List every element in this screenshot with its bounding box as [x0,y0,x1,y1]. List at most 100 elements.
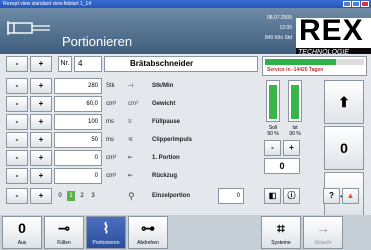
param-label: Gewicht [152,101,176,107]
off-button[interactable]: 0 Aus [2,216,42,249]
single-portion-value[interactable]: 0 [218,188,244,204]
param-minus-button[interactable]: - [6,114,28,130]
counter-display: 0 [264,158,300,174]
recipe-nr-label: Nr. [58,56,72,72]
off-label: Aus [17,240,27,246]
window-title: Rezept view standard view.fidstart 1_14 [3,1,92,7]
param-plus-button[interactable]: + [30,96,52,112]
param-row: - + 0 cm³ ⇤ 1. Portion [6,150,258,168]
param-minus-button[interactable]: - [6,168,28,184]
systems-button[interactable]: ⌗ Systeme [261,216,301,249]
twist-button[interactable]: ⊶ Abdrehen [128,216,168,249]
up-arrow-button[interactable]: ⬆ [324,80,364,124]
app-header: Portionieren 08.07.2005 12:00 840 Kilo S… [0,8,371,58]
twist-icon: ⊶ [141,220,155,236]
single-portion-minus-button[interactable]: - [6,188,28,204]
single-portion-plus-button[interactable]: + [30,188,52,204]
recipe-name: Brätabschneider [104,56,258,72]
param-minus-button[interactable]: - [6,96,28,112]
param-unit: cm³ [106,173,116,179]
soll-gauge-fill [269,84,277,119]
page-title: Portionieren [62,34,133,49]
recipe-minus-button[interactable]: - [6,56,28,72]
step-option[interactable]: 2 [78,191,86,201]
param-unit: Stk [106,83,115,89]
param-plus-button[interactable]: + [30,78,52,94]
single-portion-row: - + 0 1 2 3 ⚲ Einzelportion 0 [6,188,258,206]
gauge-plus-button[interactable]: + [283,140,300,156]
systems-label: Systeme [271,240,291,246]
zero-reset-button[interactable]: 0 [324,126,364,170]
filling-tube-icon [7,21,50,35]
info-icon[interactable]: ⓘ [283,188,300,204]
service-progress-fill [265,59,337,65]
param-minus-button[interactable]: - [6,150,28,166]
help-button[interactable]: ? [323,188,340,204]
warning-icon[interactable]: ▲ [342,188,359,204]
service-indicator: Service in -14420 Tagen [262,56,367,76]
param-value[interactable]: 100 [54,114,102,130]
close-button[interactable] [361,1,369,7]
brand-logo: REX TECHNOLOGIE [296,14,371,58]
systems-icon: ⌗ [277,220,285,236]
step-option[interactable]: 3 [89,191,97,201]
param-value[interactable]: 60,0 [54,96,102,112]
param-row: - + 60,0 cm³ cm³ Gewicht [6,96,258,114]
ist-label: Ist 90 % [285,125,305,137]
pause-icon: ≡ [128,119,132,125]
twist-label: Abdrehen [137,240,159,246]
param-unit: cm³ [106,155,116,161]
fill-button[interactable]: ⊸ Füllen [44,216,84,249]
kilos-text: 840 Kilo Std [265,35,292,41]
window-titlebar: Rezept view standard view.fidstart 1_14 [0,0,371,8]
param-minus-button[interactable]: - [6,132,28,148]
gauge-minus-button[interactable]: - [264,140,281,156]
soll-label: Soll 90 % [263,125,283,137]
single-portion-label: Einzelportion [152,193,190,199]
brand-name: REX [299,14,364,47]
portion-step-selector[interactable]: 0 1 2 3 [56,191,97,201]
bottom-toolbar: 0 Aus ⊸ Füllen ⌇ Portionieren ⊶ Abdrehen… [0,215,371,250]
param-row: - + 100 ms ≡ Füllpause [6,114,258,132]
date-text: 08.07.2005 [266,15,292,21]
first-portion-icon: ⇤ [128,155,134,161]
retract-icon: ⇤ [128,173,134,179]
sequence-label: Ablaufe [314,240,332,246]
sequence-icon: → [316,220,330,236]
param-label: Füllpause [152,119,181,125]
ist-gauge [288,80,302,122]
minimize-button[interactable] [343,1,351,7]
param-row: - + 50 ms ≋ Clipperimpuls [6,132,258,150]
recipe-plus-button[interactable]: + [30,56,52,72]
portion-icon: ⚲ [128,191,135,201]
param-value[interactable]: 0 [54,150,102,166]
soll-gauge [266,80,280,122]
sequence-button[interactable]: → Ablaufe [303,216,343,249]
service-progress-bar [265,59,364,65]
portion-button[interactable]: ⌇ Portionieren [86,216,126,249]
fill-label: Füllen [57,240,71,246]
fill-icon: ⊸ [58,220,70,236]
step-option[interactable]: 0 [56,191,64,201]
maximize-button[interactable] [352,1,360,7]
param-unit: cm³ [106,101,116,107]
time-text: 12:00 [279,25,292,31]
param-value[interactable]: 50 [54,132,102,148]
service-text: Service in -14420 Tagen [267,67,324,73]
param-plus-button[interactable]: + [30,114,52,130]
portion-label: Portionieren [92,240,120,246]
ist-gauge-fill [291,84,299,119]
recipe-number[interactable]: 4 [74,56,102,72]
param-plus-button[interactable]: + [30,150,52,166]
param-label: Stk/Min [152,83,174,89]
screen-icon[interactable]: ◧ [264,188,281,204]
param-plus-button[interactable]: + [30,132,52,148]
param-plus-button[interactable]: + [30,168,52,184]
param-minus-button[interactable]: - [6,78,28,94]
ist-value: 90 % [289,131,301,137]
weight-icon: cm³ [128,101,138,107]
param-value[interactable]: 280 [54,78,102,94]
power-off-icon: 0 [18,220,26,236]
step-option-active[interactable]: 1 [67,191,75,201]
param-value[interactable]: 0 [54,168,102,184]
